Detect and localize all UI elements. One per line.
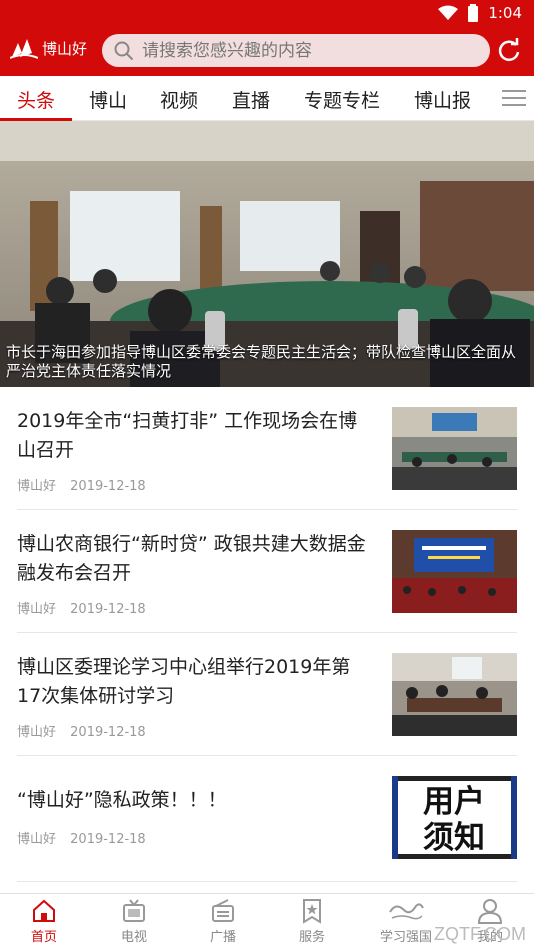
- news-thumbnail: [392, 407, 517, 490]
- nav-radio-label: 广播: [209, 930, 236, 945]
- tv-icon: [123, 899, 145, 922]
- xuexi-icon: [389, 903, 424, 920]
- tab-live[interactable]: 直播: [232, 86, 270, 113]
- home-icon: [33, 899, 55, 922]
- refresh-icon[interactable]: [496, 38, 522, 64]
- search-bar[interactable]: [102, 34, 490, 67]
- nav-home[interactable]: 首页: [9, 898, 79, 945]
- tab-boshan[interactable]: 博山: [89, 86, 127, 113]
- nav-tv-label: 电视: [120, 930, 147, 945]
- news-item[interactable]: “博山好”隐私政策！！！ 博山好 2019-12-18 用户 须知: [17, 756, 517, 882]
- news-meta: 博山好 2019-12-18: [17, 721, 156, 740]
- news-title: 博山农商银行“新时贷” 政银共建大数据金融发布会召开: [17, 533, 366, 584]
- news-source: 博山好: [17, 602, 57, 617]
- tab-video[interactable]: 视频: [160, 86, 198, 113]
- tab-boshan-newspaper[interactable]: 博山报: [414, 86, 471, 113]
- user-icon: [477, 899, 503, 924]
- nav-tv[interactable]: 电视: [99, 898, 169, 945]
- headline-banner[interactable]: 市长于海田参加指导博山区委常委会专题民主生活会；带队检查博山区全面从严治党主体责…: [0, 121, 534, 387]
- status-time: 1:04: [488, 4, 522, 22]
- nav-home-label: 首页: [30, 930, 57, 945]
- category-tabs: 头条 博山 视频 直播 专题专栏 博山报: [0, 76, 534, 121]
- radio-icon: [212, 899, 234, 922]
- news-source: 博山好: [17, 832, 57, 847]
- news-item[interactable]: 博山区委理论学习中心组举行2019年第17次集体研讨学习 博山好 2019-12…: [17, 633, 517, 756]
- star-bookmark-icon: [303, 899, 321, 924]
- status-bar: 1:04: [0, 0, 534, 28]
- bottom-nav: 首页 电视 广播 服务 学习强国 我的 ZQTF.COM: [0, 893, 534, 949]
- news-title: 2019年全市“扫黄打非” 工作现场会在博山召开: [17, 410, 358, 461]
- banner-caption: 市长于海田参加指导博山区委常委会专题民主生活会；带队检查博山区全面从严治党主体责…: [6, 343, 517, 380]
- menu-icon[interactable]: [502, 88, 526, 108]
- news-item[interactable]: 2019年全市“扫黄打非” 工作现场会在博山召开 博山好 2019-12-18: [17, 387, 517, 510]
- news-date: 2019-12-18: [70, 479, 146, 494]
- nav-radio[interactable]: 广播: [188, 898, 258, 945]
- app-header: 博山好: [0, 28, 534, 76]
- news-source: 博山好: [17, 725, 57, 740]
- news-thumbnail: 用户 须知: [392, 776, 517, 859]
- logo-text: 博山好: [42, 40, 88, 58]
- news-title: “博山好”隐私政策！！！: [17, 789, 227, 811]
- news-date: 2019-12-18: [70, 725, 146, 740]
- battery-icon: [468, 4, 479, 22]
- news-title: 博山区委理论学习中心组举行2019年第17次集体研讨学习: [17, 656, 351, 707]
- search-input[interactable]: [142, 40, 472, 61]
- nav-service-label: 服务: [298, 930, 325, 945]
- news-date: 2019-12-18: [70, 832, 146, 847]
- news-source: 博山好: [17, 479, 57, 494]
- news-meta: 博山好 2019-12-18: [17, 598, 156, 617]
- sail-logo-icon: [10, 38, 38, 59]
- thumb-text-notice: 须知: [423, 820, 485, 856]
- app-logo[interactable]: 博山好: [10, 38, 87, 59]
- wifi-icon: [438, 5, 459, 20]
- news-item[interactable]: 博山农商银行“新时贷” 政银共建大数据金融发布会召开 博山好 2019-12-1…: [17, 510, 517, 633]
- tab-special-topics[interactable]: 专题专栏: [304, 86, 380, 113]
- search-icon: [114, 41, 134, 60]
- news-thumbnail: [392, 530, 517, 613]
- news-date: 2019-12-18: [70, 602, 146, 617]
- news-meta: 博山好 2019-12-18: [17, 828, 156, 847]
- nav-xuexi-label: 学习强国: [379, 930, 432, 945]
- thumb-text-user: 用户: [423, 784, 485, 820]
- nav-service[interactable]: 服务: [277, 898, 347, 945]
- news-thumbnail: [392, 653, 517, 736]
- tab-headlines[interactable]: 头条: [17, 86, 55, 113]
- watermark: ZQTF.COM: [434, 924, 526, 944]
- news-meta: 博山好 2019-12-18: [17, 475, 156, 494]
